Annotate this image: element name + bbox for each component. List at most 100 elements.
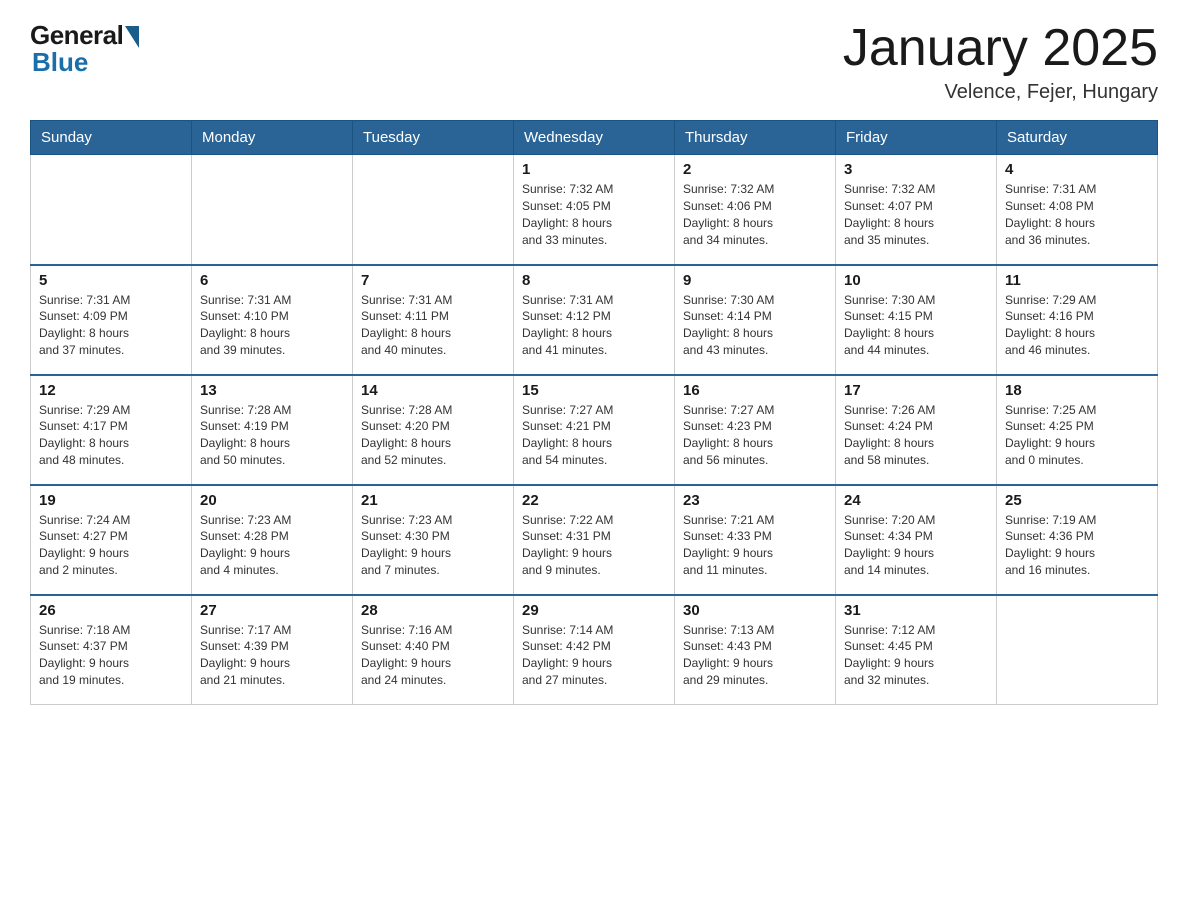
calendar-table: SundayMondayTuesdayWednesdayThursdayFrid… xyxy=(30,120,1158,705)
day-number: 6 xyxy=(200,272,344,289)
calendar-cell: 11 Sunrise: 7:29 AM Sunset: 4:16 PM Dayli… xyxy=(997,265,1158,375)
day-number: 10 xyxy=(844,272,988,289)
calendar-cell: 29 Sunrise: 7:14 AM Sunset: 4:42 PM Dayli… xyxy=(514,595,675,705)
calendar-cell xyxy=(192,155,353,265)
day-number: 20 xyxy=(200,492,344,509)
calendar-cell: 15 Sunrise: 7:27 AM Sunset: 4:21 PM Dayli… xyxy=(514,375,675,485)
calendar-cell: 22Sunrise: 7:22 AM Sunset: 4:31 PM Dayli… xyxy=(514,485,675,595)
calendar-week-row: 5 Sunrise: 7:31 AM Sunset: 4:09 PM Daylig… xyxy=(31,265,1158,375)
day-info: Sunrise: 7:32 AM Sunset: 4:07 PM Dayligh… xyxy=(844,181,988,248)
day-info: Sunrise: 7:14 AM Sunset: 4:42 PM Dayligh… xyxy=(522,622,666,689)
calendar-cell: 18 Sunrise: 7:25 AM Sunset: 4:25 PM Dayli… xyxy=(997,375,1158,485)
day-info: Sunrise: 7:18 AM Sunset: 4:37 PM Dayligh… xyxy=(39,622,183,689)
day-info: Sunrise: 7:32 AM Sunset: 4:05 PM Dayligh… xyxy=(522,181,666,248)
day-number: 3 xyxy=(844,161,988,178)
calendar-cell: 19Sunrise: 7:24 AM Sunset: 4:27 PM Dayli… xyxy=(31,485,192,595)
day-number: 4 xyxy=(1005,161,1149,178)
day-info: Sunrise: 7:22 AM Sunset: 4:31 PM Dayligh… xyxy=(522,512,666,579)
day-number: 11 xyxy=(1005,272,1149,289)
day-number: 12 xyxy=(39,382,183,399)
calendar-week-row: 26 Sunrise: 7:18 AM Sunset: 4:37 PM Dayli… xyxy=(31,595,1158,705)
day-number: 24 xyxy=(844,492,988,509)
calendar-week-row: 1 Sunrise: 7:32 AM Sunset: 4:05 PM Daylig… xyxy=(31,155,1158,265)
weekday-header-friday: Friday xyxy=(836,121,997,155)
day-number: 27 xyxy=(200,602,344,619)
weekday-header-saturday: Saturday xyxy=(997,121,1158,155)
day-info: Sunrise: 7:28 AM Sunset: 4:19 PM Dayligh… xyxy=(200,402,344,469)
day-number: 9 xyxy=(683,272,827,289)
calendar-cell xyxy=(353,155,514,265)
calendar-cell: 24 Sunrise: 7:20 AM Sunset: 4:34 PM Dayli… xyxy=(836,485,997,595)
day-info: Sunrise: 7:29 AM Sunset: 4:17 PM Dayligh… xyxy=(39,402,183,469)
calendar-cell: 21Sunrise: 7:23 AM Sunset: 4:30 PM Dayli… xyxy=(353,485,514,595)
month-title: January 2025 xyxy=(843,20,1158,77)
day-number: 19 xyxy=(39,492,183,509)
calendar-cell: 7Sunrise: 7:31 AM Sunset: 4:11 PM Daylig… xyxy=(353,265,514,375)
day-number: 7 xyxy=(361,272,505,289)
weekday-header-wednesday: Wednesday xyxy=(514,121,675,155)
day-info: Sunrise: 7:27 AM Sunset: 4:21 PM Dayligh… xyxy=(522,402,666,469)
day-number: 5 xyxy=(39,272,183,289)
day-info: Sunrise: 7:31 AM Sunset: 4:08 PM Dayligh… xyxy=(1005,181,1149,248)
day-info: Sunrise: 7:13 AM Sunset: 4:43 PM Dayligh… xyxy=(683,622,827,689)
calendar-cell: 26 Sunrise: 7:18 AM Sunset: 4:37 PM Dayli… xyxy=(31,595,192,705)
calendar-cell: 5 Sunrise: 7:31 AM Sunset: 4:09 PM Daylig… xyxy=(31,265,192,375)
day-info: Sunrise: 7:27 AM Sunset: 4:23 PM Dayligh… xyxy=(683,402,827,469)
day-info: Sunrise: 7:16 AM Sunset: 4:40 PM Dayligh… xyxy=(361,622,505,689)
calendar-cell: 23 Sunrise: 7:21 AM Sunset: 4:33 PM Dayli… xyxy=(675,485,836,595)
day-number: 23 xyxy=(683,492,827,509)
weekday-header-sunday: Sunday xyxy=(31,121,192,155)
day-number: 31 xyxy=(844,602,988,619)
day-number: 15 xyxy=(522,382,666,399)
day-number: 2 xyxy=(683,161,827,178)
day-number: 28 xyxy=(361,602,505,619)
calendar-cell: 2 Sunrise: 7:32 AM Sunset: 4:06 PM Daylig… xyxy=(675,155,836,265)
day-number: 1 xyxy=(522,161,666,178)
calendar-week-row: 12 Sunrise: 7:29 AM Sunset: 4:17 PM Dayli… xyxy=(31,375,1158,485)
day-number: 16 xyxy=(683,382,827,399)
calendar-cell: 28 Sunrise: 7:16 AM Sunset: 4:40 PM Dayli… xyxy=(353,595,514,705)
calendar-cell: 1 Sunrise: 7:32 AM Sunset: 4:05 PM Daylig… xyxy=(514,155,675,265)
day-info: Sunrise: 7:25 AM Sunset: 4:25 PM Dayligh… xyxy=(1005,402,1149,469)
day-info: Sunrise: 7:12 AM Sunset: 4:45 PM Dayligh… xyxy=(844,622,988,689)
weekday-header-tuesday: Tuesday xyxy=(353,121,514,155)
calendar-cell: 8 Sunrise: 7:31 AM Sunset: 4:12 PM Daylig… xyxy=(514,265,675,375)
day-info: Sunrise: 7:31 AM Sunset: 4:12 PM Dayligh… xyxy=(522,292,666,359)
calendar-cell: 25Sunrise: 7:19 AM Sunset: 4:36 PM Dayli… xyxy=(997,485,1158,595)
day-info: Sunrise: 7:30 AM Sunset: 4:14 PM Dayligh… xyxy=(683,292,827,359)
day-number: 25 xyxy=(1005,492,1149,509)
day-number: 17 xyxy=(844,382,988,399)
calendar-cell: 14Sunrise: 7:28 AM Sunset: 4:20 PM Dayli… xyxy=(353,375,514,485)
day-info: Sunrise: 7:31 AM Sunset: 4:10 PM Dayligh… xyxy=(200,292,344,359)
day-info: Sunrise: 7:26 AM Sunset: 4:24 PM Dayligh… xyxy=(844,402,988,469)
page-header: General Blue January 2025 Velence, Fejer… xyxy=(30,20,1158,104)
day-number: 29 xyxy=(522,602,666,619)
day-info: Sunrise: 7:23 AM Sunset: 4:28 PM Dayligh… xyxy=(200,512,344,579)
calendar-cell: 10 Sunrise: 7:30 AM Sunset: 4:15 PM Dayli… xyxy=(836,265,997,375)
location: Velence, Fejer, Hungary xyxy=(843,81,1158,104)
day-info: Sunrise: 7:30 AM Sunset: 4:15 PM Dayligh… xyxy=(844,292,988,359)
day-info: Sunrise: 7:32 AM Sunset: 4:06 PM Dayligh… xyxy=(683,181,827,248)
day-info: Sunrise: 7:20 AM Sunset: 4:34 PM Dayligh… xyxy=(844,512,988,579)
day-number: 26 xyxy=(39,602,183,619)
calendar-cell: 17 Sunrise: 7:26 AM Sunset: 4:24 PM Dayli… xyxy=(836,375,997,485)
day-number: 13 xyxy=(200,382,344,399)
calendar-cell: 4 Sunrise: 7:31 AM Sunset: 4:08 PM Daylig… xyxy=(997,155,1158,265)
calendar-cell xyxy=(997,595,1158,705)
calendar-cell: 3 Sunrise: 7:32 AM Sunset: 4:07 PM Daylig… xyxy=(836,155,997,265)
day-number: 30 xyxy=(683,602,827,619)
calendar-week-row: 19Sunrise: 7:24 AM Sunset: 4:27 PM Dayli… xyxy=(31,485,1158,595)
logo: General Blue xyxy=(30,20,139,78)
day-info: Sunrise: 7:17 AM Sunset: 4:39 PM Dayligh… xyxy=(200,622,344,689)
calendar-cell: 20 Sunrise: 7:23 AM Sunset: 4:28 PM Dayli… xyxy=(192,485,353,595)
logo-triangle-icon xyxy=(125,26,139,48)
day-number: 8 xyxy=(522,272,666,289)
day-info: Sunrise: 7:31 AM Sunset: 4:09 PM Dayligh… xyxy=(39,292,183,359)
calendar-cell: 12 Sunrise: 7:29 AM Sunset: 4:17 PM Dayli… xyxy=(31,375,192,485)
calendar-cell xyxy=(31,155,192,265)
day-info: Sunrise: 7:21 AM Sunset: 4:33 PM Dayligh… xyxy=(683,512,827,579)
day-info: Sunrise: 7:29 AM Sunset: 4:16 PM Dayligh… xyxy=(1005,292,1149,359)
day-number: 18 xyxy=(1005,382,1149,399)
calendar-cell: 16 Sunrise: 7:27 AM Sunset: 4:23 PM Dayli… xyxy=(675,375,836,485)
calendar-cell: 30 Sunrise: 7:13 AM Sunset: 4:43 PM Dayli… xyxy=(675,595,836,705)
